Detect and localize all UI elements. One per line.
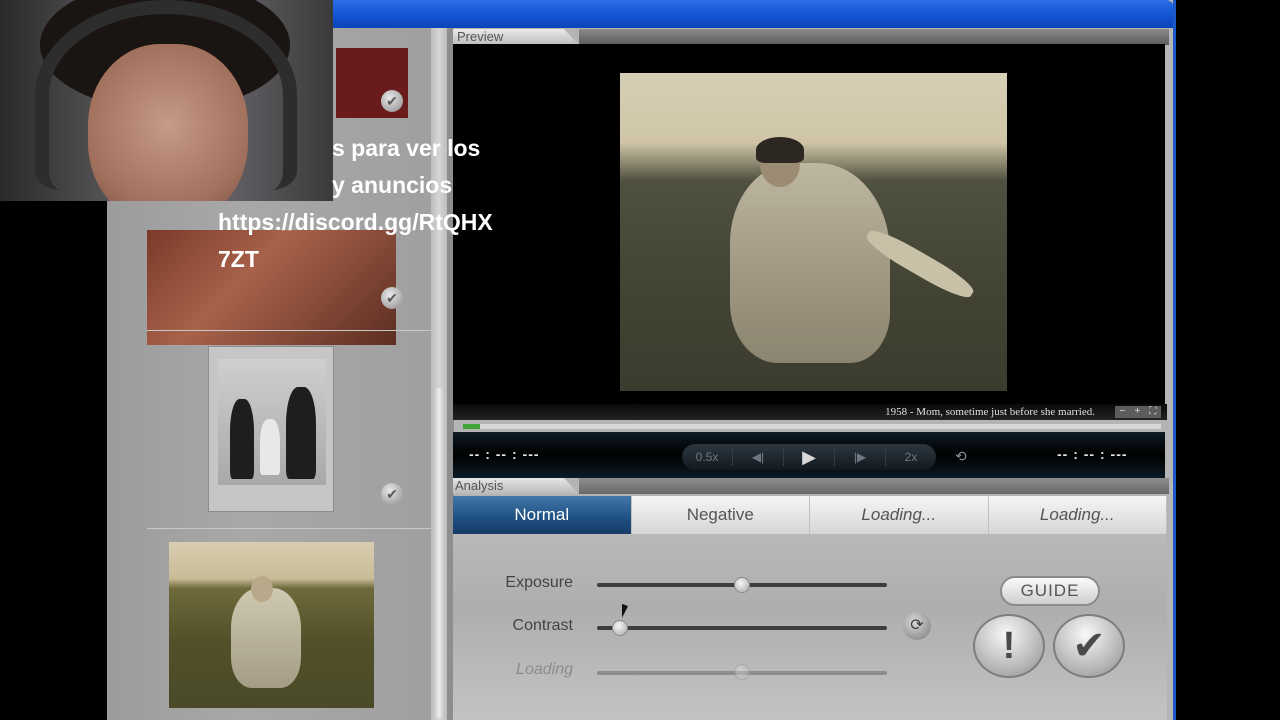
person-figure [230, 399, 254, 479]
loop-icon[interactable]: ⟲ [955, 448, 967, 465]
check-glyph: ✔ [386, 93, 398, 109]
photo-caption: 1958 - Mom, sometime just before she mar… [885, 406, 1095, 418]
fullscreen-icon[interactable]: ⛶ [1149, 406, 1156, 418]
zoom-out-icon[interactable]: − [1120, 406, 1126, 418]
analysis-tab-label: Analysis [455, 478, 504, 493]
thumbnail-photo [218, 359, 326, 485]
exposure-label: Exposure [505, 574, 573, 591]
overlay-line: y anuncios [332, 172, 453, 198]
analysis-tab: Analysis [453, 478, 579, 494]
tab-loading[interactable]: Loading... [989, 496, 1167, 534]
time-total: -- : -- : --- [1057, 446, 1128, 462]
contrast-label: Contrast [512, 617, 573, 634]
check-glyph: ✔ [386, 290, 398, 306]
divider [147, 330, 437, 331]
person-figure [260, 419, 280, 475]
alert-button[interactable]: ! [973, 614, 1045, 678]
loading-label: Loading [516, 661, 573, 678]
contrast-slider[interactable] [597, 626, 887, 630]
photo-figure-head [251, 576, 273, 602]
confirm-button[interactable]: ✔ [1053, 614, 1125, 678]
zoom-controls: − + ⛶ [1115, 406, 1161, 418]
check-icon[interactable]: ✔ [381, 483, 403, 505]
window-border [1173, 0, 1176, 720]
stream-overlay-text: s para ver los y anuncios https://discor… [218, 130, 548, 278]
fast-speed-button[interactable]: 2x [886, 448, 936, 466]
scrollbar-thumb[interactable] [435, 388, 443, 718]
preview-tab: Preview [453, 29, 579, 45]
photo-figure [231, 588, 301, 688]
tab-normal[interactable]: Normal [453, 496, 632, 534]
photo-figure-hair [756, 137, 804, 163]
slow-speed-button[interactable]: 0.5x [682, 448, 733, 466]
thumbnail-item-selected[interactable] [169, 542, 374, 708]
transport-controls: 0.5x ◀| ▶ |▶ 2x [682, 444, 936, 470]
thumbnail-item[interactable] [208, 346, 334, 512]
check-icon[interactable]: ✔ [381, 90, 403, 112]
divider [147, 528, 437, 529]
analysis-mode-tabs: Normal Negative Loading... Loading... [453, 496, 1167, 534]
analysis-header-bar [579, 478, 1169, 494]
transport-bar: -- : -- : --- 0.5x ◀| ▶ |▶ 2x ⟲ -- : -- … [453, 432, 1165, 478]
previous-icon[interactable]: ◀| [733, 448, 784, 466]
playback-progress-fill [463, 424, 481, 429]
check-glyph: ✔ [386, 486, 398, 502]
exposure-slider-knob[interactable] [734, 577, 750, 593]
playback-progress[interactable] [463, 424, 1161, 429]
person-figure [286, 387, 316, 479]
preview-tab-label: Preview [457, 29, 504, 44]
play-icon[interactable]: ▶ [784, 448, 835, 466]
tab-negative[interactable]: Negative [632, 496, 810, 534]
photo-figure [730, 163, 890, 363]
reset-icon[interactable]: ⟳ [903, 612, 931, 640]
preview-header-bar [579, 29, 1169, 45]
overlay-line: 7ZT [218, 246, 259, 272]
time-elapsed: -- : -- : --- [469, 446, 540, 462]
next-icon[interactable]: |▶ [835, 448, 886, 466]
preview-photo [620, 73, 1007, 391]
discord-link: https://discord.gg/RtQHX [218, 209, 493, 235]
caption-bar: 1958 - Mom, sometime just before she mar… [453, 404, 1167, 420]
loading-slider-knob[interactable] [734, 664, 750, 680]
tab-loading[interactable]: Loading... [810, 496, 989, 534]
check-icon[interactable]: ✔ [381, 287, 403, 309]
zoom-in-icon[interactable]: + [1134, 406, 1140, 418]
guide-button[interactable]: GUIDE [1000, 576, 1100, 606]
overlay-line: s para ver los [332, 135, 481, 161]
